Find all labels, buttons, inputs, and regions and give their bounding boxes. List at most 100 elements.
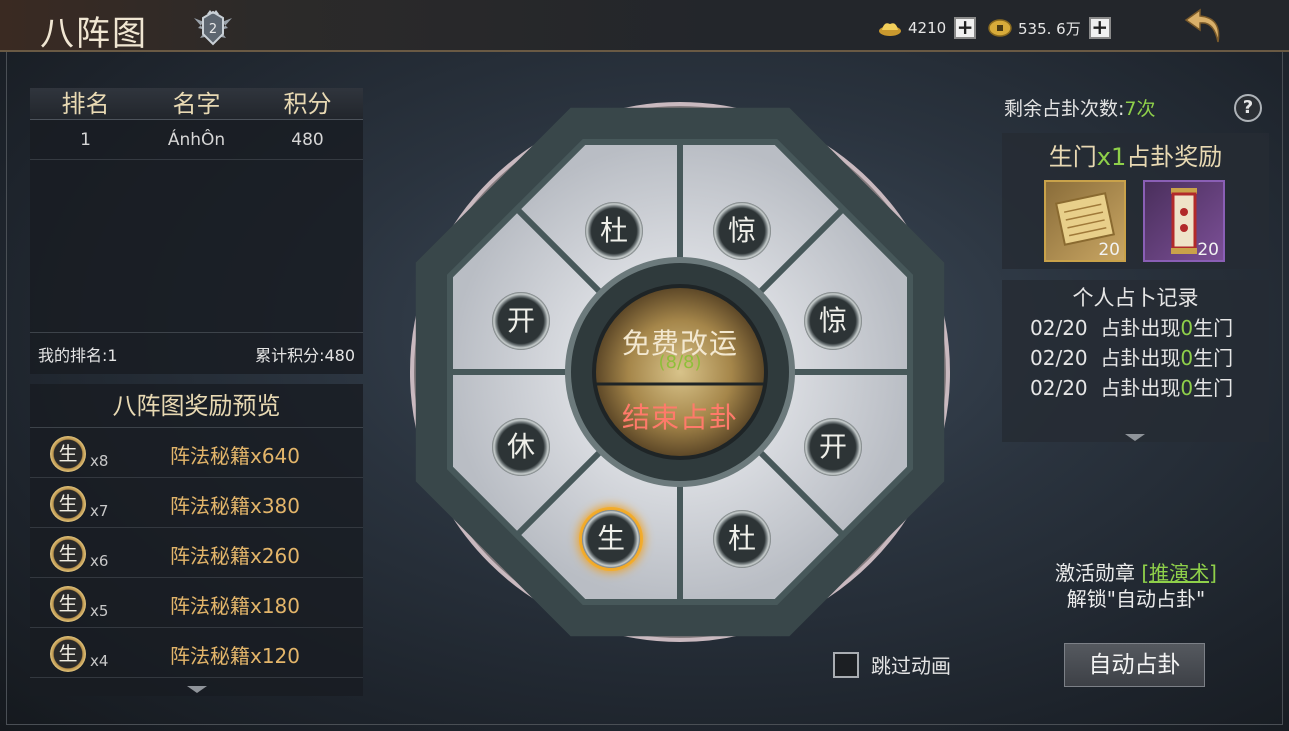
gate-node-jing[interactable]: 惊 <box>713 202 771 260</box>
gate-node-xiu[interactable]: 休 <box>492 418 550 476</box>
back-arrow-icon <box>1184 8 1220 43</box>
gate-title-pre: 生门 <box>1048 143 1097 171</box>
gold-currency: 4210 + <box>878 16 977 40</box>
scroll-item-slot[interactable]: 20 <box>1044 180 1126 262</box>
column-score: 积分 <box>283 90 332 118</box>
column-rank: 排名 <box>61 90 110 118</box>
rank-badge-level: 2 <box>208 22 218 37</box>
ranking-footer: 我的排名:1 累计积分:480 <box>30 332 363 374</box>
item-count: 20 <box>1098 240 1120 260</box>
game-screen: 八阵图 2 4210 + 535. 6万 + 排名 名字 积分 1 ÁnhÔn … <box>0 0 1289 731</box>
unlock-line-2: 解锁"自动占卦" <box>1066 587 1206 611</box>
ranking-header: 排名 名字 积分 <box>30 88 363 120</box>
ranking-panel: 排名 名字 积分 1 ÁnhÔn 480 我的排名:1 累计积分:480 <box>30 88 363 374</box>
coin-currency: 535. 6万 + <box>988 16 1111 40</box>
reward-text: 阵法秘籍x380 <box>170 494 301 518</box>
skip-animation-label: 跳过动画 <box>871 654 951 678</box>
item-count: 20 <box>1197 240 1219 260</box>
log-date: 02/20 <box>1030 376 1088 400</box>
sheng-coin-icon: 生 <box>50 536 86 572</box>
gate-reward-panel: 生门x1占卦奖励 20 20 <box>1002 133 1269 269</box>
list-item: 生 x5 阵法秘籍x180 <box>30 578 363 628</box>
remaining-label: 剩余占卦次数: <box>1004 98 1125 120</box>
chevron-down-icon[interactable] <box>187 686 207 693</box>
tuiyanshu-link[interactable]: [推演术] <box>1141 561 1217 585</box>
luck-talisman-item-slot[interactable]: 20 <box>1143 180 1225 262</box>
sheng-coin-icon: 生 <box>50 586 86 622</box>
reward-multiplier: x7 <box>90 502 109 520</box>
help-button[interactable]: ? <box>1234 94 1262 122</box>
gate-node-du[interactable]: 杜 <box>713 510 771 568</box>
log-count: 0 <box>1180 316 1194 340</box>
my-rank: 我的排名:1 <box>38 345 118 365</box>
list-item: 生 x4 阵法秘籍x120 <box>30 628 363 678</box>
top-bar: 八阵图 2 4210 + 535. 6万 + <box>0 0 1289 54</box>
log-text: 占卦出现 <box>1100 346 1181 370</box>
free-change-count: (8/8) <box>658 352 702 373</box>
gate-title-mult: x1 <box>1096 143 1127 171</box>
auto-divination-button[interactable]: 自动占卦 <box>1064 643 1205 687</box>
reward-text: 阵法秘籍x640 <box>170 444 301 468</box>
table-row[interactable]: 1 ÁnhÔn 480 <box>30 120 363 160</box>
log-row: 02/20 占卦出现0生门 <box>1030 342 1233 371</box>
reward-preview-title: 八阵图奖励预览 <box>30 384 363 428</box>
sheng-coin-icon: 生 <box>50 486 86 522</box>
unlock-line-1: 激活勋章 [推演术] <box>1020 560 1252 586</box>
page-title: 八阵图 <box>40 14 148 54</box>
log-count: 0 <box>1180 346 1194 370</box>
remaining-divinations: 剩余占卦次数:7次 <box>1004 94 1156 121</box>
personal-divination-log: 个人占卜记录 02/20 占卦出现0生门 02/20 占卦出现0生门 02/20… <box>1002 280 1269 442</box>
gate-node-kai[interactable]: 开 <box>804 418 862 476</box>
log-date: 02/20 <box>1030 346 1088 370</box>
list-item: 生 x7 阵法秘籍x380 <box>30 478 363 528</box>
reward-text: 阵法秘籍x260 <box>170 544 301 568</box>
gate-node-sheng[interactable]: 生 <box>582 510 640 568</box>
list-item: 生 x6 阵法秘籍x260 <box>30 528 363 578</box>
copper-coin-icon <box>988 19 1012 37</box>
back-button[interactable] <box>1180 4 1228 48</box>
log-row: 02/20 占卦出现0生门 <box>1030 312 1233 341</box>
total-score: 累计积分:480 <box>255 345 355 365</box>
reward-multiplier: x6 <box>90 552 109 570</box>
reward-multiplier: x5 <box>90 602 109 620</box>
gate-node-kai[interactable]: 开 <box>492 292 550 350</box>
gate-node-jing[interactable]: 惊 <box>804 292 862 350</box>
reward-preview-panel[interactable]: 八阵图奖励预览 生 x8 阵法秘籍x640 生 x7 阵法秘籍x380 生 x6… <box>30 384 363 696</box>
log-gate: 生门 <box>1193 316 1234 340</box>
log-row: 02/20 占卦出现0生门 <box>1030 372 1233 401</box>
log-text: 占卦出现 <box>1100 316 1181 340</box>
reward-multiplier: x8 <box>90 452 109 470</box>
log-gate: 生门 <box>1193 376 1234 400</box>
gold-ingot-icon <box>879 23 901 36</box>
skip-animation-toggle[interactable]: 跳过动画 <box>833 650 951 679</box>
log-date: 02/20 <box>1030 316 1088 340</box>
log-text: 占卦出现 <box>1100 376 1181 400</box>
gate-reward-title: 生门x1占卦奖励 <box>1002 137 1269 172</box>
coin-amount: 535. 6万 <box>1018 19 1081 38</box>
unlock-hint: 激活勋章 [推演术] 解锁"自动占卦" <box>1020 560 1252 612</box>
add-coin-button[interactable]: + <box>1088 17 1111 39</box>
row-name: ÁnhÔn <box>167 130 226 150</box>
reward-multiplier: x4 <box>90 652 109 670</box>
skip-animation-checkbox[interactable] <box>833 651 859 678</box>
gold-amount: 4210 <box>908 19 947 37</box>
gate-node-du[interactable]: 杜 <box>585 202 643 260</box>
sheng-coin-icon: 生 <box>50 636 86 672</box>
sheng-coin-icon: 生 <box>50 436 86 472</box>
list-item: 生 x8 阵法秘籍x640 <box>30 428 363 478</box>
log-count: 0 <box>1180 376 1194 400</box>
end-divination-label: 结束占卦 <box>621 401 738 434</box>
column-name: 名字 <box>172 90 221 118</box>
reward-text: 阵法秘籍x180 <box>170 594 301 618</box>
remaining-count: 7次 <box>1124 98 1156 120</box>
rank-badge-icon[interactable]: 2 <box>190 8 236 48</box>
chevron-down-icon[interactable] <box>1125 434 1145 441</box>
row-score: 480 <box>291 130 324 150</box>
unlock-text: 激活勋章 <box>1055 561 1136 585</box>
reward-text: 阵法秘籍x120 <box>170 644 301 668</box>
row-rank: 1 <box>80 130 91 150</box>
log-title: 个人占卜记录 <box>1072 286 1199 310</box>
add-gold-button[interactable]: + <box>954 17 977 39</box>
gate-title-post: 占卦奖励 <box>1126 143 1223 171</box>
log-gate: 生门 <box>1193 346 1234 370</box>
